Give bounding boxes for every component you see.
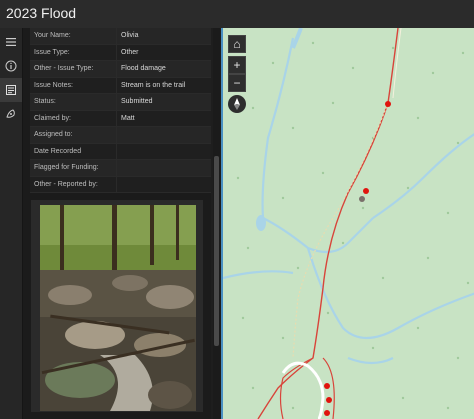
attribute-row: Date Recorded: [30, 143, 211, 160]
attribute-value: Submitted: [116, 93, 211, 111]
zoom-out-icon: −: [233, 76, 241, 90]
attribute-row: Your Name: Olivia: [30, 28, 211, 45]
attribute-label: Other - Issue Type:: [30, 60, 117, 78]
attribute-row: Issue Notes: Stream is on the trail: [30, 77, 211, 94]
attribute-row: Status: Submitted: [30, 93, 211, 111]
attribute-row: Other - Issue Type: Flood damage: [30, 60, 211, 78]
attachment-photo[interactable]: [40, 205, 196, 411]
attribute-label: Issue Type:: [30, 44, 117, 61]
basemap-button[interactable]: [0, 102, 22, 126]
home-icon: ⌂: [233, 37, 241, 51]
attribute-value: Olivia: [116, 28, 211, 45]
attribute-value: Matt: [116, 110, 211, 127]
attribute-label: Status:: [30, 93, 117, 111]
attribute-value: [116, 143, 211, 160]
attribute-value: Stream is on the trail: [116, 77, 211, 94]
panel-scrollbar[interactable]: [214, 156, 219, 346]
info-button[interactable]: [0, 54, 22, 78]
attribute-label: Claimed by:: [30, 110, 117, 127]
attribute-row: Assigned to:: [30, 126, 211, 144]
attribute-value: [116, 176, 211, 193]
attribute-label: Your Name:: [30, 28, 117, 45]
attribute-label: Date Recorded: [30, 143, 117, 160]
details-icon: [6, 85, 16, 95]
home-button[interactable]: ⌂: [228, 35, 246, 53]
attribute-label: Other - Reported by:: [30, 176, 117, 193]
basemap-icon: [6, 109, 15, 118]
zoom-out-button[interactable]: −: [228, 74, 246, 92]
zoom-in-icon: +: [233, 58, 241, 72]
side-toolbar: [0, 28, 23, 419]
attribute-value: Other: [116, 44, 211, 61]
attribute-row: Flagged for Funding:: [30, 159, 211, 177]
attribute-row: Claimed by: Matt: [30, 110, 211, 127]
compass-button[interactable]: [228, 95, 246, 113]
compass-icon: [234, 98, 240, 110]
attribute-row: Issue Type: Other: [30, 44, 211, 61]
attribute-label: Assigned to:: [30, 126, 117, 144]
app-title: 2023 Flood: [6, 5, 77, 21]
attribute-label: Flagged for Funding:: [30, 159, 117, 177]
layers-button[interactable]: [0, 30, 22, 54]
attribute-label: Issue Notes:: [30, 77, 117, 94]
attribute-value: [116, 126, 211, 144]
app-header: 2023 Flood: [0, 0, 474, 28]
attribute-value: Flood damage: [116, 60, 211, 78]
attribute-row: Other - Reported by:: [30, 176, 211, 193]
zoom-in-button[interactable]: +: [228, 56, 246, 74]
details-button[interactable]: [0, 78, 22, 102]
attribute-table: Your Name: Olivia Issue Type: Other Other - …: [30, 28, 211, 193]
layers-icon: [6, 38, 16, 46]
attribute-value: [116, 159, 211, 177]
map-view[interactable]: [221, 28, 474, 419]
info-icon: [5, 60, 17, 72]
